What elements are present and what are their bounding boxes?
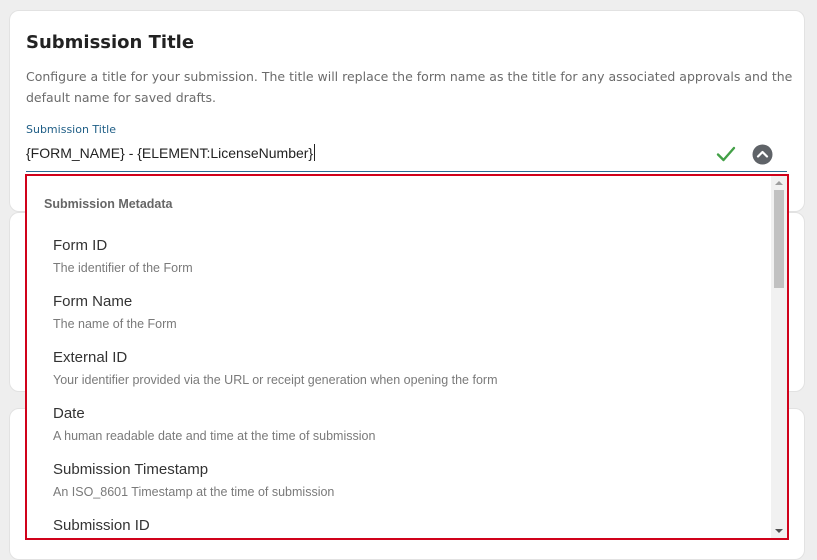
item-description: Your identifier provided via the URL or … bbox=[53, 373, 498, 387]
dropdown-item-form-name[interactable]: Form Name The name of the Form bbox=[53, 290, 753, 346]
dropdown-item-submission-timestamp[interactable]: Submission Timestamp An ISO_8601 Timesta… bbox=[53, 458, 753, 514]
item-name: Submission Timestamp bbox=[53, 461, 209, 478]
item-name: Form ID bbox=[53, 237, 108, 254]
dropdown-item-external-id[interactable]: External ID Your identifier provided via… bbox=[53, 346, 753, 402]
dropdown-header: Submission Metadata bbox=[44, 197, 173, 211]
dropdown-item-form-id[interactable]: Form ID The identifier of the Form bbox=[53, 234, 753, 290]
input-value: {FORM_NAME} - {ELEMENT:LicenseNumber} bbox=[26, 145, 314, 161]
submission-title-input[interactable]: {FORM_NAME} - {ELEMENT:LicenseNumber} bbox=[26, 144, 316, 161]
text-cursor bbox=[314, 144, 316, 161]
dropdown-scrollbar[interactable] bbox=[771, 176, 787, 538]
item-name: External ID bbox=[53, 349, 128, 366]
item-description: The name of the Form bbox=[53, 317, 177, 331]
dropdown-item-date[interactable]: Date A human readable date and time at t… bbox=[53, 402, 753, 458]
item-name: Submission ID bbox=[53, 517, 150, 534]
chevron-up-icon[interactable] bbox=[752, 144, 773, 165]
scroll-up-arrow-icon[interactable] bbox=[771, 176, 787, 190]
item-description: An ISO_8601 Timestamp at the time of sub… bbox=[53, 485, 335, 499]
scroll-down-arrow-icon[interactable] bbox=[771, 524, 787, 538]
metadata-dropdown: Submission Metadata Form ID The identifi… bbox=[25, 174, 789, 540]
item-name: Date bbox=[53, 405, 85, 422]
card-title: Submission Title bbox=[26, 32, 195, 53]
item-description: The identifier of the Form bbox=[53, 261, 193, 275]
check-icon[interactable] bbox=[716, 145, 736, 163]
item-description: A human readable date and time at the ti… bbox=[53, 429, 376, 443]
card-description: Configure a title for your submission. T… bbox=[26, 69, 793, 105]
item-name: Form Name bbox=[53, 293, 133, 310]
scrollbar-thumb[interactable] bbox=[774, 190, 784, 288]
input-underline bbox=[26, 171, 787, 172]
dropdown-list: Form ID The identifier of the Form Form … bbox=[53, 234, 753, 538]
dropdown-item-submission-id[interactable]: Submission ID bbox=[53, 514, 753, 538]
field-label: Submission Title bbox=[26, 123, 116, 136]
